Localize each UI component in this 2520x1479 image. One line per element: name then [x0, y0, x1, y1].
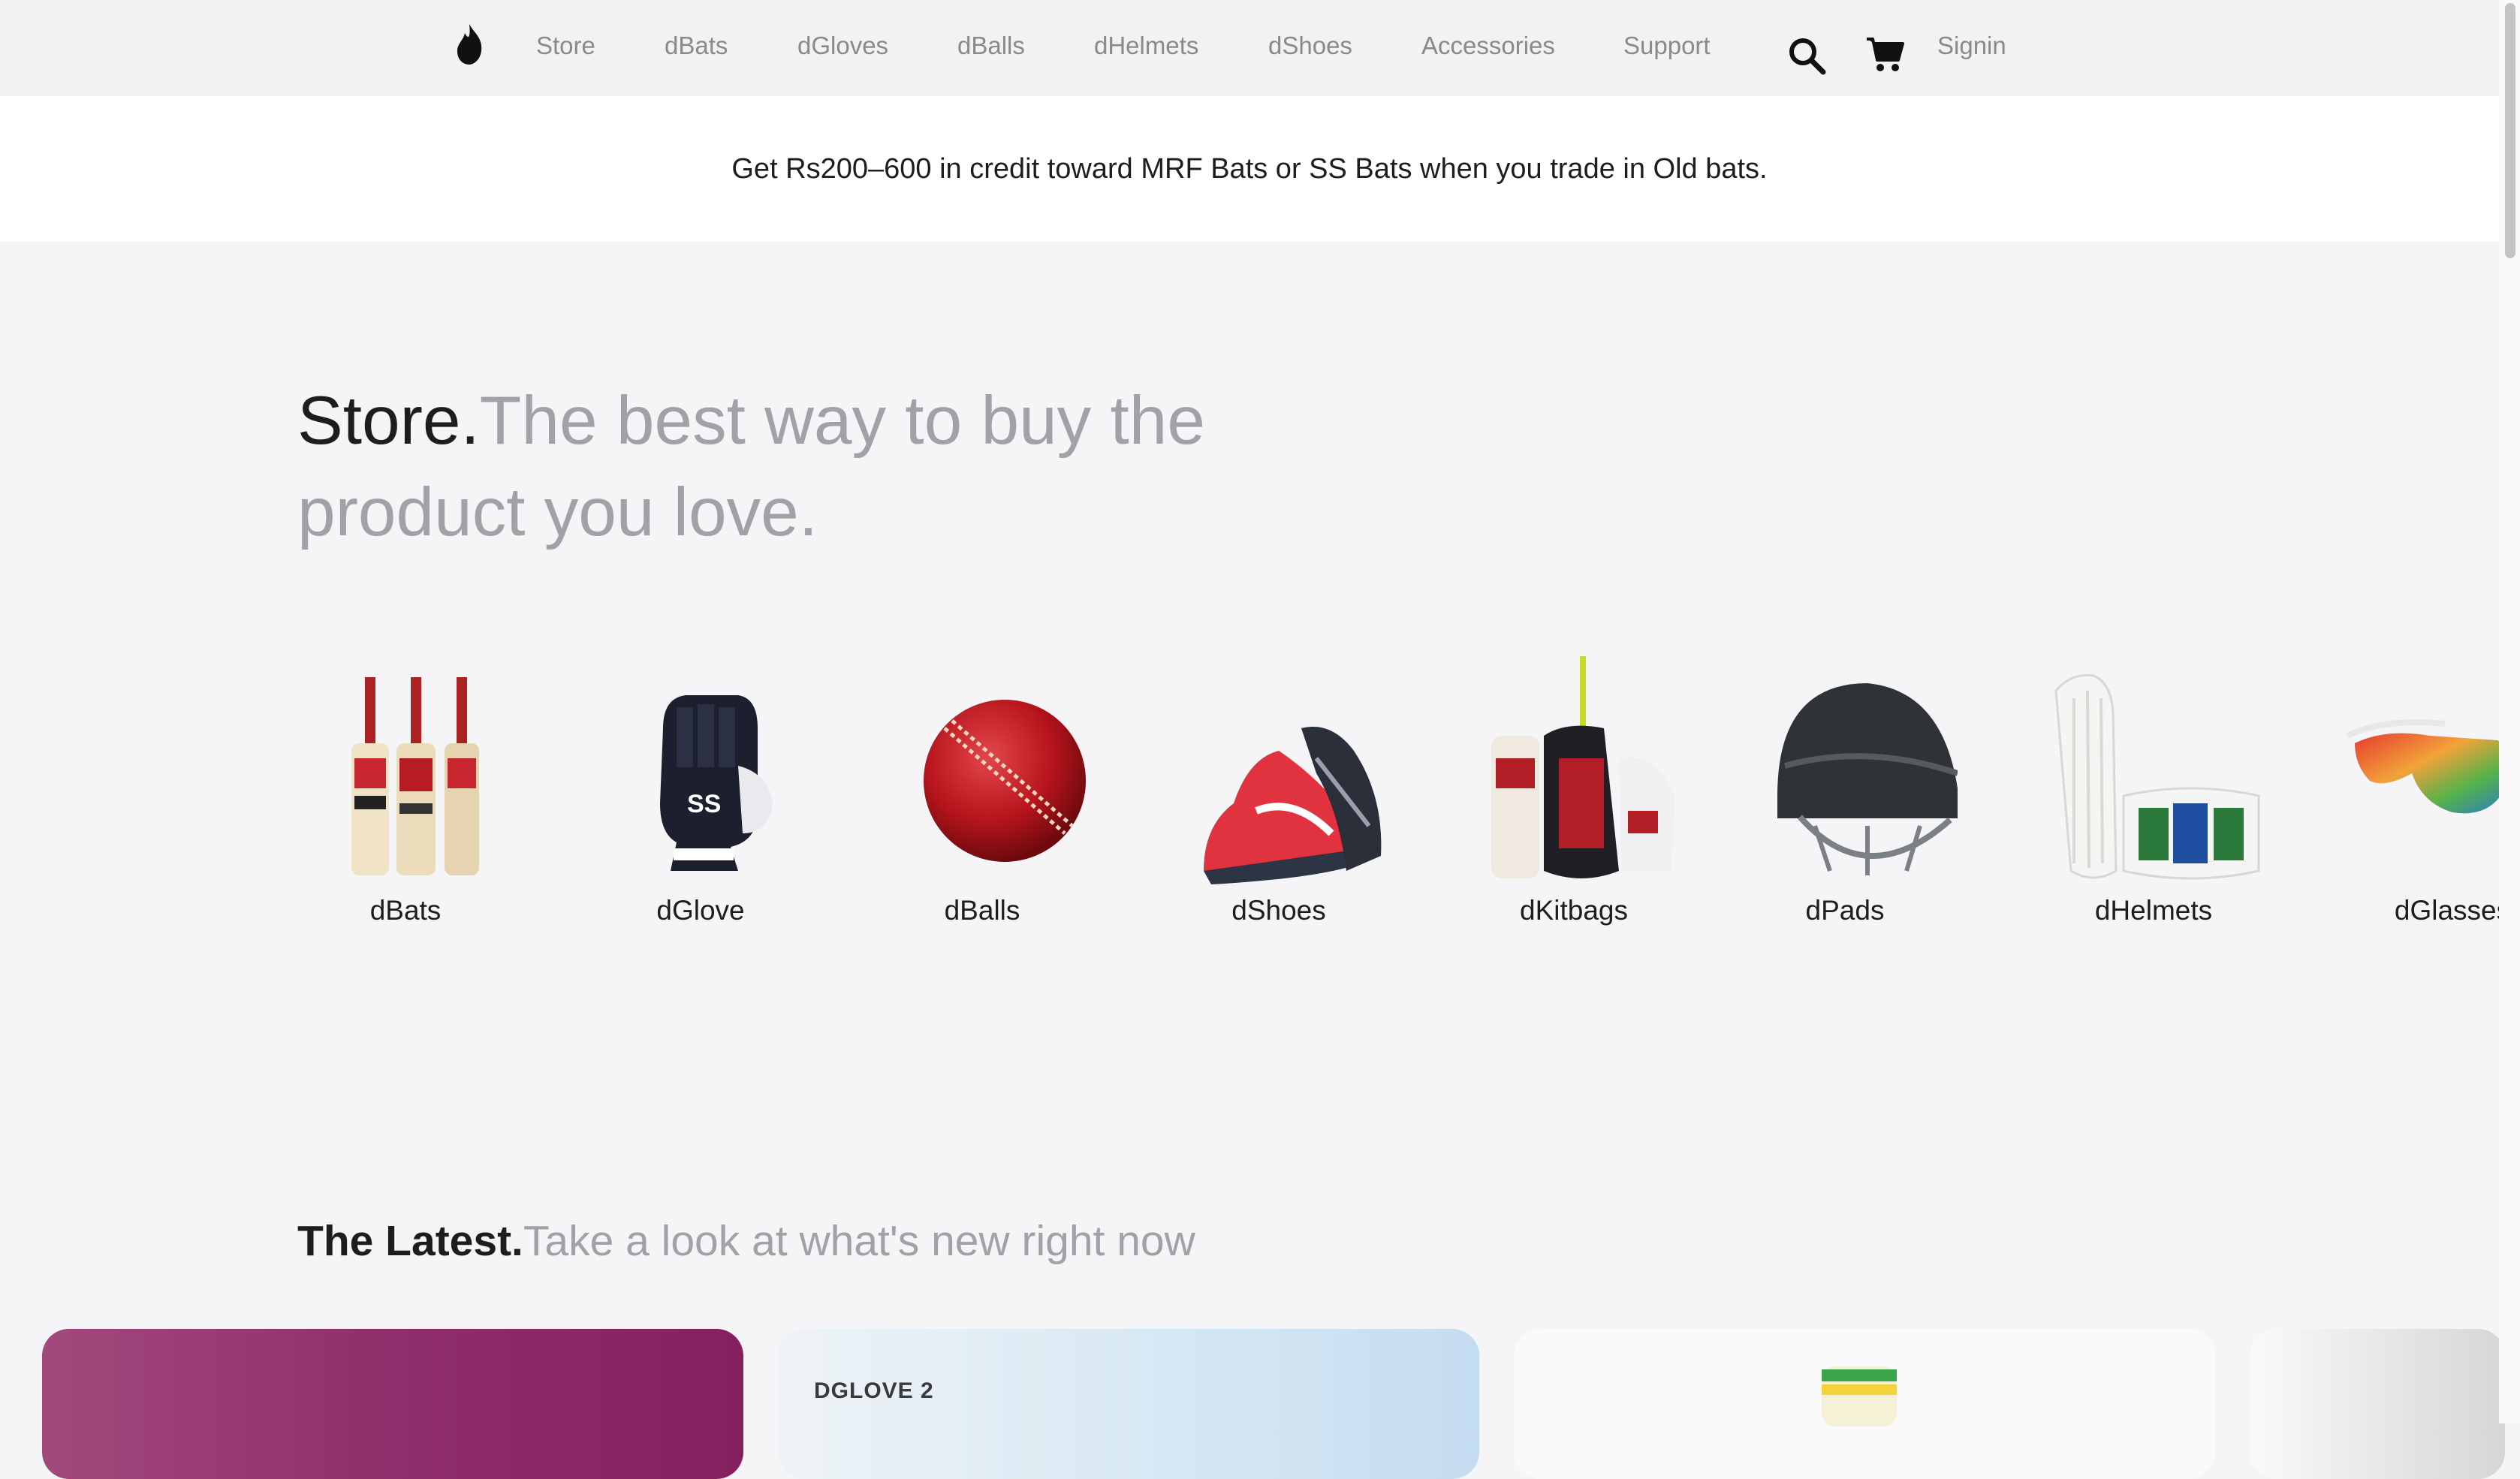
category-label: dHelmets [2094, 895, 2213, 926]
promo-banner: Get Rs200–600 in credit toward MRF Bats … [0, 96, 2499, 242]
category-dbats[interactable]: dBats [293, 646, 518, 931]
nav-dhelmets[interactable]: dHelmets [1094, 32, 1198, 60]
promo-text: Get Rs200–600 in credit toward MRF Bats … [731, 153, 1768, 185]
category-label: dGlove [656, 895, 745, 926]
latest-card[interactable] [1514, 1329, 2215, 1479]
category-dglasses[interactable]: dGlasses [2340, 646, 2499, 931]
cart-icon[interactable] [1865, 35, 1906, 74]
card-title: DGLOVE 2 [814, 1378, 934, 1403]
category-label: dGlasses [2394, 895, 2499, 926]
category-label: dBalls [944, 895, 1020, 926]
category-label: dKitbags [1520, 895, 1628, 926]
nav-dshoes[interactable]: dShoes [1268, 32, 1352, 60]
nav-accessories[interactable]: Accessories [1421, 32, 1555, 60]
search-icon[interactable] [1787, 36, 1826, 75]
category-dkitbags[interactable]: dKitbags [1461, 646, 1687, 931]
svg-text:SS: SS [687, 790, 721, 818]
latest-card[interactable] [42, 1329, 743, 1479]
leg-pads-icon [2054, 673, 2260, 880]
cricket-bats-icon [351, 677, 479, 875]
latest-rest: Take a look at what's new right now [523, 1217, 1195, 1265]
page-title: Store.The best way to buy the product yo… [297, 375, 1274, 559]
category-label: dPads [1805, 895, 1885, 926]
latest-strong: The Latest. [297, 1217, 523, 1265]
category-dshoes[interactable]: dShoes [1166, 646, 1391, 931]
category-label: dBats [369, 895, 442, 926]
category-dhelmets[interactable]: dHelmets [2041, 646, 2266, 931]
category-dpads[interactable]: dPads [1732, 646, 1958, 931]
nav-dbats[interactable]: dBats [665, 32, 728, 60]
latest-card-dglove[interactable]: DGLOVE 2 [778, 1329, 1479, 1479]
nav-support[interactable]: Support [1623, 32, 1711, 60]
product-image [1822, 1366, 1897, 1426]
hero-strong: Store. [297, 383, 480, 459]
category-dglove[interactable]: SS dGlove [588, 646, 813, 931]
nav-dballs[interactable]: dBalls [957, 32, 1025, 60]
category-label: dShoes [1231, 895, 1326, 926]
cricket-ball-icon [924, 700, 1086, 862]
category-dballs[interactable]: dBalls [870, 646, 1095, 931]
kitbag-icon [1491, 656, 1674, 878]
top-nav: Store dBats dGloves dBalls dHelmets dSho… [0, 0, 2499, 96]
scrollbar-thumb[interactable] [2505, 3, 2515, 258]
nav-store[interactable]: Store [536, 32, 595, 60]
nav-signin[interactable]: Signin [1937, 32, 2006, 60]
shoes-icon [1204, 727, 1382, 884]
nav-dgloves[interactable]: dGloves [797, 32, 888, 60]
helmet-icon [1777, 683, 1958, 875]
latest-card[interactable] [2250, 1329, 2505, 1479]
latest-heading: The Latest.Take a look at what's new rig… [297, 1216, 1195, 1266]
sunglasses-icon [2346, 719, 2499, 814]
flame-logo-icon[interactable] [454, 23, 484, 66]
batting-glove-icon: SS [660, 695, 773, 871]
